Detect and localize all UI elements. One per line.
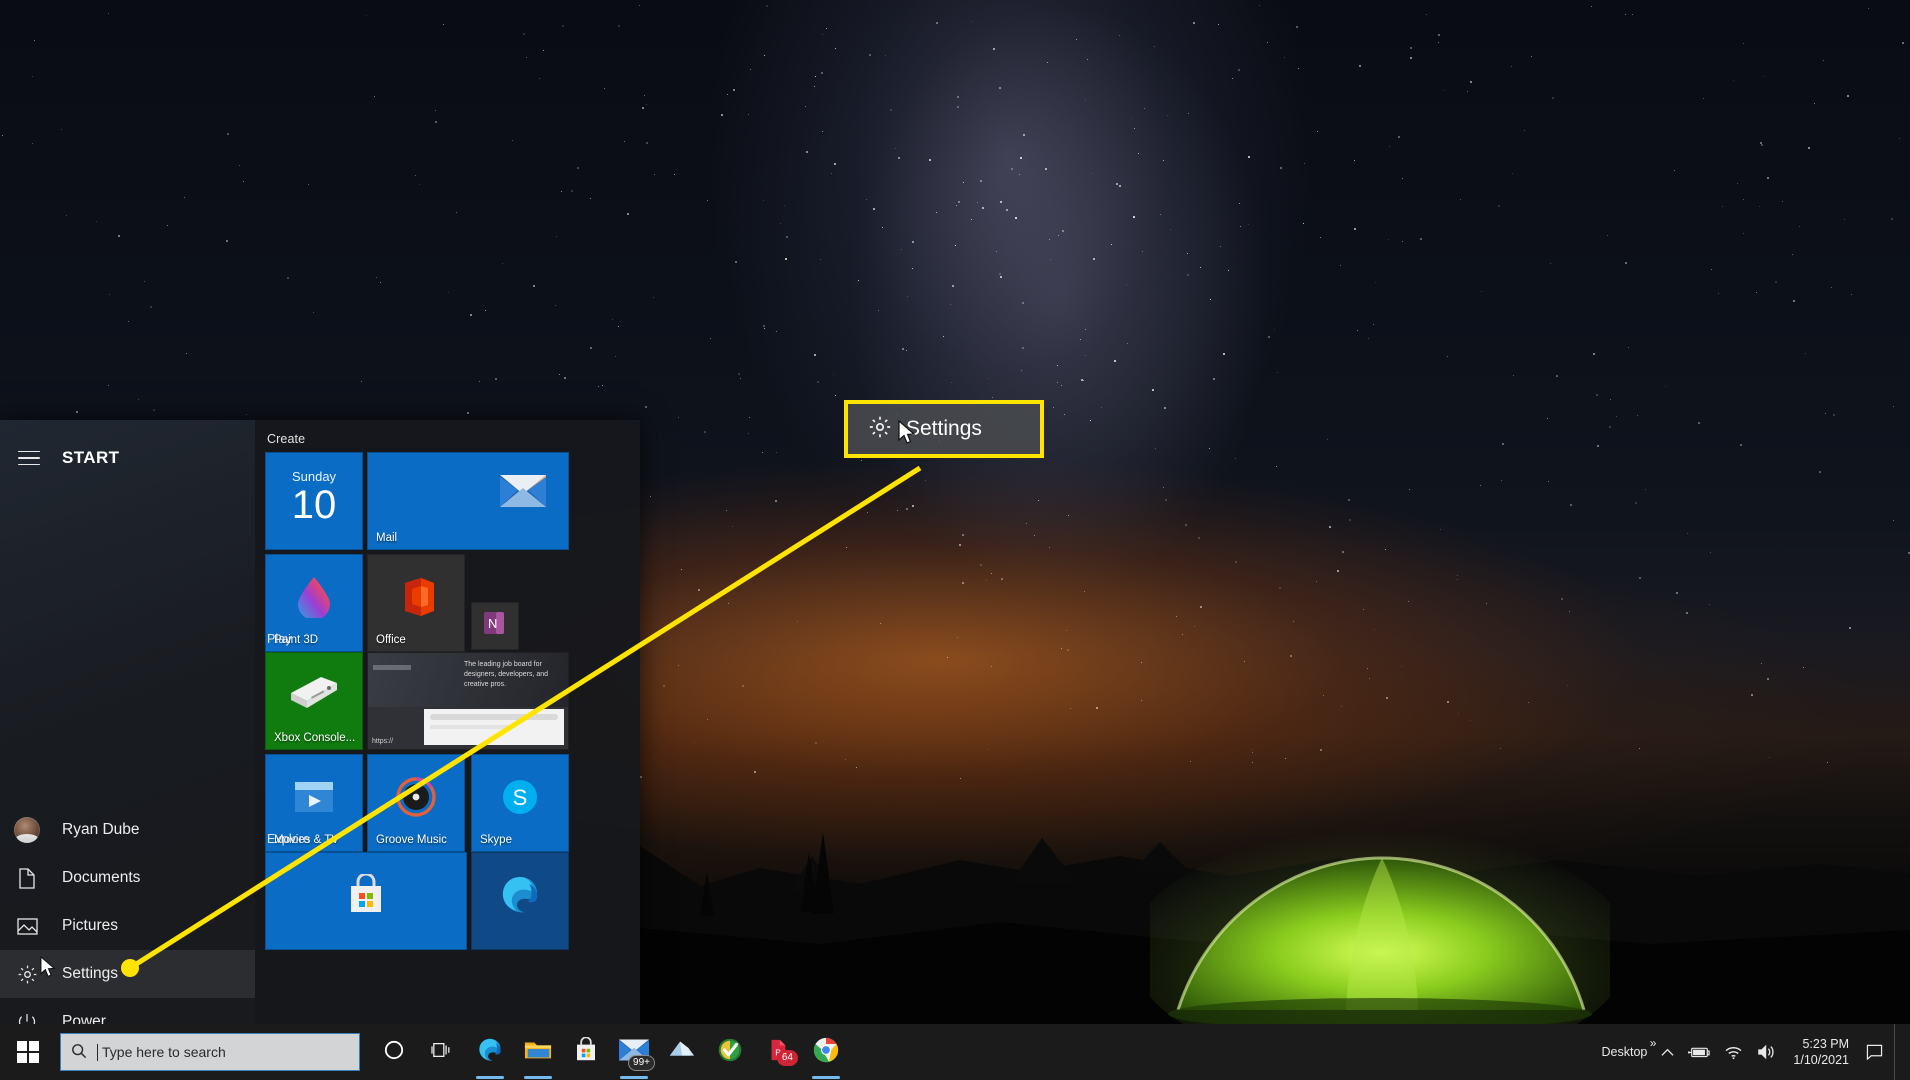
onedrive-icon [668, 1038, 696, 1067]
microsoft-store-icon [574, 1037, 598, 1068]
gear-icon [14, 961, 40, 987]
svg-text:N: N [488, 616, 497, 631]
tile-group-title[interactable]: Create [265, 432, 575, 446]
sidebar-item-user[interactable]: Ryan Dube [0, 806, 255, 854]
sidebar-item-settings[interactable]: Settings [0, 950, 255, 998]
start-menu-left-rail: START Ryan Dube Documents Pictures Setti… [0, 420, 255, 1056]
picture-icon [14, 913, 40, 939]
search-icon [71, 1043, 87, 1062]
tile-web-preview[interactable]: The leading job board for designers, dev… [367, 652, 569, 750]
mail-icon [500, 475, 546, 507]
mouse-cursor-secondary [40, 956, 56, 984]
file-explorer-button[interactable] [514, 1024, 562, 1080]
start-button[interactable] [0, 1024, 56, 1080]
onedrive-button[interactable] [658, 1024, 706, 1080]
tile-xbox-console[interactable]: Xbox Console... [265, 652, 363, 750]
taskbar[interactable]: Type here to search 99+ 64 Desktop » 5:2… [0, 1024, 1910, 1080]
chevron-double-right-icon: » [1650, 1036, 1657, 1050]
sidebar-item-pictures[interactable]: Pictures [0, 902, 255, 950]
show-desktop-button[interactable] [1894, 1024, 1904, 1080]
calendar-date: 10 [292, 485, 337, 525]
tile-group-play: Play Xbox Console... The leading job boa… [265, 632, 575, 842]
tile-calendar[interactable]: Sunday 10 [265, 452, 363, 550]
glowing-tent [1150, 800, 1610, 1040]
edge-icon [499, 874, 541, 916]
edge-button[interactable] [466, 1024, 514, 1080]
start-label: START [62, 448, 119, 468]
start-menu-rail-items: Ryan Dube Documents Pictures Settings Po… [0, 806, 255, 1056]
mail-badge: 99+ [628, 1055, 655, 1071]
document-icon [14, 865, 40, 891]
microsoft-store-icon [346, 874, 386, 916]
start-menu-tiles-pane: Create Sunday 10 Mail Paint 3D Office N … [255, 420, 640, 1056]
clock-date: 1/10/2021 [1793, 1052, 1849, 1068]
pdf-badge: 64 [777, 1050, 798, 1066]
taskbar-clock[interactable]: 5:23 PM 1/10/2021 [1783, 1036, 1859, 1068]
start-menu[interactable]: START Ryan Dube Documents Pictures Setti… [0, 420, 640, 1056]
pdf-button[interactable]: P 64 [754, 1024, 802, 1080]
shield-check-icon [717, 1037, 743, 1068]
paint3d-icon [295, 576, 333, 618]
wifi-icon[interactable] [1717, 1024, 1750, 1080]
tile-group-title[interactable]: Play [265, 632, 575, 646]
tile-group-explore: Explore [265, 832, 575, 952]
web-preview-text: The leading job board for designers, dev… [464, 661, 548, 688]
movies-tv-icon [293, 778, 335, 816]
tile-label: Xbox Console... [274, 732, 355, 744]
sidebar-item-label: Settings [62, 965, 118, 983]
settings-callout-label: Settings [906, 417, 982, 441]
svg-text:S: S [513, 785, 528, 810]
tile-microsoft-store[interactable] [265, 852, 467, 950]
calendar-weekday: Sunday [292, 469, 336, 484]
desktop-peek-label[interactable]: Desktop » [1595, 1024, 1655, 1080]
tile-group-create: Create Sunday 10 Mail Paint 3D Office N [265, 432, 575, 642]
folder-icon [524, 1038, 552, 1067]
system-tray: Desktop » 5:23 PM 1/10/2021 [1595, 1024, 1910, 1080]
chrome-button[interactable] [802, 1024, 850, 1080]
hamburger-menu-icon[interactable] [14, 451, 40, 466]
mail-button[interactable]: 99+ [610, 1024, 658, 1080]
user-avatar-icon [14, 817, 40, 843]
windows-logo-icon [17, 1041, 39, 1063]
speaker-icon[interactable] [1750, 1024, 1783, 1080]
rail-spacer [0, 472, 255, 806]
notification-icon[interactable] [1859, 1024, 1890, 1080]
chrome-icon [813, 1037, 839, 1068]
clock-time: 5:23 PM [1802, 1036, 1849, 1052]
search-placeholder: Type here to search [102, 1044, 226, 1060]
tile-mail[interactable]: Mail [367, 452, 569, 550]
sidebar-item-label: Documents [62, 869, 140, 887]
edge-icon [477, 1037, 503, 1068]
task-view-icon [431, 1040, 453, 1065]
sidebar-item-label: Ryan Dube [62, 821, 140, 839]
cortana-circle-icon [384, 1040, 404, 1065]
sidebar-item-label: Pictures [62, 917, 118, 935]
search-input[interactable]: Type here to search [60, 1033, 360, 1071]
gear-icon [868, 415, 892, 444]
task-view-button[interactable] [418, 1024, 466, 1080]
tile-label: Mail [376, 532, 397, 544]
skype-icon: S [500, 777, 540, 817]
office-icon [397, 576, 435, 618]
groove-music-icon [396, 777, 436, 817]
mouse-cursor [898, 420, 916, 451]
sidebar-item-documents[interactable]: Documents [0, 854, 255, 902]
chevron-up-icon[interactable] [1654, 1024, 1681, 1080]
microsoft-store-button[interactable] [562, 1024, 610, 1080]
start-menu-header: START [0, 420, 255, 472]
battery-icon[interactable] [1681, 1024, 1717, 1080]
settings-callout: Settings [844, 400, 1044, 458]
web-preview-artwork: The leading job board for designers, dev… [368, 653, 568, 749]
kaspersky-button[interactable] [706, 1024, 754, 1080]
taskbar-buttons: 99+ 64 [370, 1024, 850, 1080]
tile-edge[interactable] [471, 852, 569, 950]
xbox-console-icon [287, 673, 341, 713]
cortana-button[interactable] [370, 1024, 418, 1080]
tile-group-title[interactable]: Explore [265, 832, 575, 846]
text-caret [97, 1044, 98, 1061]
